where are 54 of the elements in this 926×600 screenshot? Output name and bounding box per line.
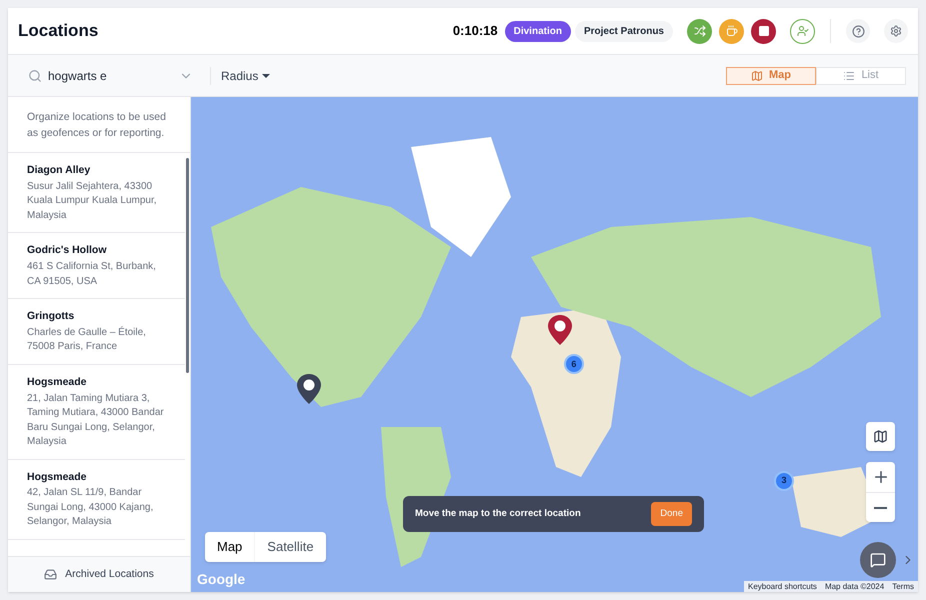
inbox-icon — [44, 568, 58, 581]
map-type-tab[interactable]: Satellite — [254, 532, 326, 562]
stop-button[interactable] — [751, 18, 776, 44]
location-pin[interactable] — [296, 374, 322, 404]
location-address: Charles de Gaulle – Étoile, 75008 Paris, France — [27, 326, 147, 354]
user-check-icon — [796, 25, 808, 37]
map-type-tab[interactable]: Map — [205, 532, 254, 562]
archived-locations-button[interactable]: Archived Locations — [8, 556, 190, 592]
marker-cluster[interactable]: 3 — [774, 470, 794, 491]
location-name: Godric's Hollow — [27, 243, 108, 258]
location-address: 21, Jalan Taming Mutiara 3, Taming Mutiara, 43000 Bandar Baru Sungai Long, Selangor, Malaysia — [27, 392, 165, 449]
timer: 0:10:18 — [452, 22, 498, 40]
settings-icon — [890, 25, 902, 37]
chat-button[interactable] — [860, 542, 896, 578]
settings-button[interactable] — [884, 19, 908, 43]
location-pin[interactable] — [547, 314, 574, 345]
location-item[interactable]: Diagon Alley Susur Jalil Sejahtera, 43300 Kuala Lumpur Kuala Lumpur, Malaysia — [8, 153, 185, 234]
shuffle-icon — [694, 25, 706, 37]
minus-icon — [874, 506, 887, 508]
location-address: 461 S California St, Burbank, CA 91505, USA — [27, 260, 157, 288]
location-name: Diagon Alley — [27, 163, 92, 178]
project-tag[interactable]: Divination — [504, 20, 571, 42]
chat-icon — [870, 552, 886, 568]
map-attribution[interactable]: Keyboard shortcuts — [744, 581, 821, 592]
cup-icon — [726, 25, 738, 37]
map-icon — [751, 70, 763, 82]
toast-message: Move the map to the correct location — [415, 506, 581, 521]
location-name: Hogsmeade — [27, 470, 88, 484]
location-name: Hogsmeade — [27, 374, 88, 390]
map-attribution: Map data ©2024 — [824, 581, 886, 592]
sidebar-description: Organize locations to be used as geofences or for reporting. — [8, 97, 190, 153]
map-attribution[interactable]: Terms — [888, 581, 918, 592]
search-icon — [28, 68, 42, 82]
location-item[interactable]: Hogsmeade 42, Jalan SL 11/9, Bandar Sungai Long, 43000 Kajang, Selangor, Malaysia — [8, 460, 185, 540]
switch-button[interactable] — [687, 18, 712, 44]
location-item[interactable]: Godric's Hollow 461 S California St, Burbank, CA 91505, USA — [8, 233, 185, 299]
map-icon — [873, 429, 888, 444]
map-layers-button[interactable] — [866, 422, 895, 451]
page-title: Locations — [18, 20, 98, 42]
radius-dropdown[interactable]: Radius — [221, 66, 270, 84]
user-status-button[interactable] — [790, 18, 815, 44]
location-address: 42, Jalan SL 11/9, Bandar Sungai Long, 43000 Kajang, Selangor, Malaysia — [27, 486, 154, 530]
location-item[interactable]: Hogsmeade 21, Jalan Taming Mutiara 3, Taming Mutiara, 43000 Bandar Baru Sungai Long, Selangor, Malaysia — [8, 364, 185, 460]
project-tag[interactable]: Project Patronus — [574, 20, 673, 42]
help-icon — [852, 24, 864, 38]
scrollbar[interactable] — [186, 158, 189, 373]
location-name: Gringotts — [27, 309, 76, 324]
location-address: Susur Jalil Sejahtera, 43300 Kuala Lumpur Kuala Lumpur, Malaysia — [27, 180, 158, 223]
help-button[interactable] — [846, 19, 870, 43]
location-item[interactable]: Gringotts Charles de Gaulle – Étoile, 75008 Paris, France — [8, 299, 185, 365]
search-field[interactable]: hogwarts e — [48, 66, 148, 84]
map-logo: Google — [197, 570, 246, 589]
square-icon — [758, 25, 770, 37]
caret-icon — [262, 74, 270, 78]
